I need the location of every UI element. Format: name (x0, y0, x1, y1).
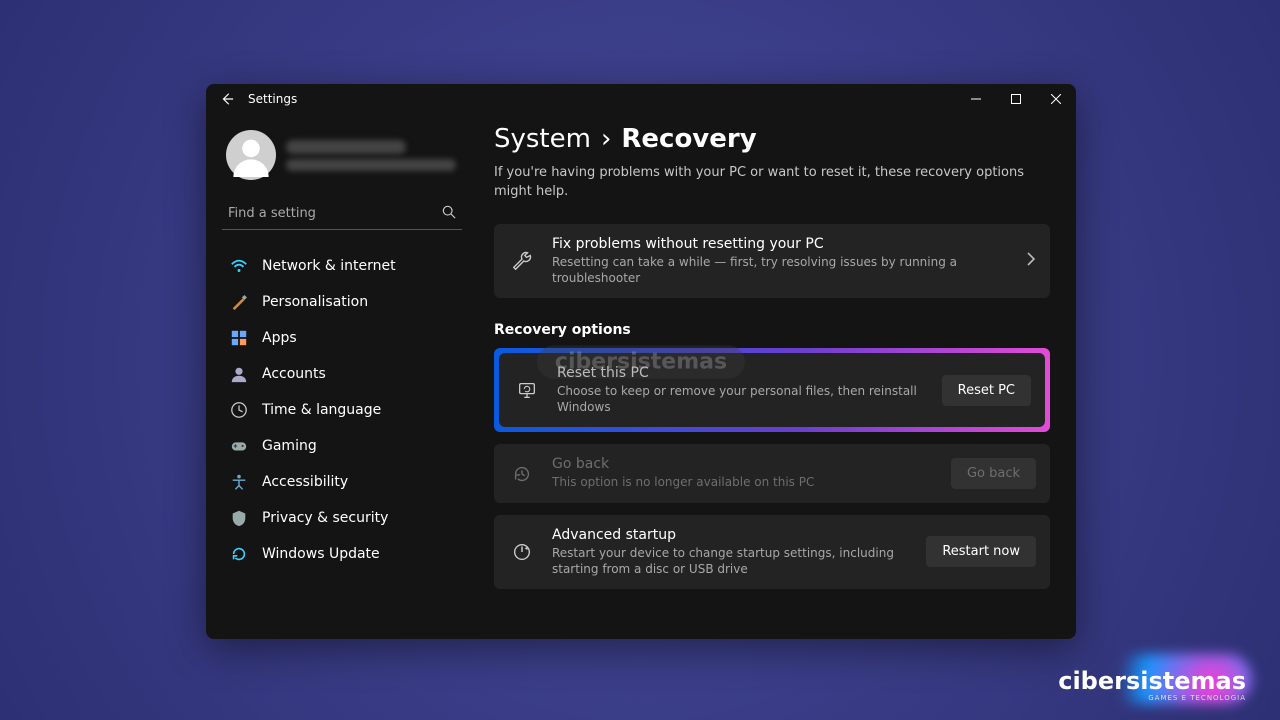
back-arrow-icon[interactable] (220, 92, 234, 106)
accessibility-icon (230, 473, 248, 491)
nav-label: Apps (262, 330, 297, 346)
breadcrumb: System › Recovery (494, 124, 1050, 154)
sidebar-item-privacy-security[interactable]: Privacy & security (222, 500, 462, 536)
brush-icon (230, 293, 248, 311)
nav-label: Windows Update (262, 546, 380, 562)
intro-text: If you're having problems with your PC o… (494, 164, 1034, 202)
person-icon (230, 365, 248, 383)
apps-icon (230, 329, 248, 347)
content-area: System › Recovery If you're having probl… (478, 114, 1076, 639)
sidebar-item-accounts[interactable]: Accounts (222, 356, 462, 392)
sidebar: Find a setting Network & internet Person… (206, 114, 478, 639)
card-desc: This option is no longer available on th… (552, 474, 935, 490)
titlebar-title: Settings (248, 92, 297, 106)
minimize-button[interactable] (956, 84, 996, 114)
card-advanced-startup: Advanced startup Restart your device to … (494, 515, 1050, 589)
sidebar-item-windows-update[interactable]: Windows Update (222, 536, 462, 572)
card-title: Fix problems without resetting your PC (552, 236, 1010, 252)
search-placeholder: Find a setting (228, 206, 316, 221)
maximize-button[interactable] (996, 84, 1036, 114)
nav-list: Network & internet Personalisation Apps … (222, 248, 462, 572)
breadcrumb-chevron-icon: › (601, 124, 611, 154)
chevron-right-icon (1026, 252, 1036, 270)
section-heading: Recovery options (494, 322, 1050, 338)
nav-label: Accessibility (262, 474, 348, 490)
card-title: Reset this PC (557, 365, 926, 381)
settings-window: Settings Find a setting (206, 84, 1076, 639)
sidebar-item-apps[interactable]: Apps (222, 320, 462, 356)
nav-label: Time & language (262, 402, 381, 418)
close-button[interactable] (1036, 84, 1076, 114)
search-icon (442, 205, 456, 223)
sidebar-item-accessibility[interactable]: Accessibility (222, 464, 462, 500)
wifi-icon (230, 257, 248, 275)
brand-logo: cibersistemas GAMES E TECNOLOGIA (1058, 669, 1246, 702)
nav-label: Privacy & security (262, 510, 388, 526)
history-icon (508, 463, 536, 485)
clock-icon (230, 401, 248, 419)
logo-tagline: GAMES E TECNOLOGIA (1148, 695, 1246, 702)
nav-label: Gaming (262, 438, 317, 454)
sidebar-item-network[interactable]: Network & internet (222, 248, 462, 284)
card-desc: Resetting can take a while — first, try … (552, 254, 1010, 286)
nav-label: Accounts (262, 366, 326, 382)
card-title: Advanced startup (552, 527, 910, 543)
card-reset-pc: Reset this PC Choose to keep or remove y… (499, 353, 1045, 427)
user-name-redacted (286, 140, 406, 154)
sidebar-item-gaming[interactable]: Gaming (222, 428, 462, 464)
sidebar-item-personalisation[interactable]: Personalisation (222, 284, 462, 320)
reset-pc-icon (513, 379, 541, 401)
gamepad-icon (230, 437, 248, 455)
titlebar: Settings (206, 84, 1076, 114)
highlight-frame: Reset this PC Choose to keep or remove y… (494, 348, 1050, 432)
sidebar-item-time-language[interactable]: Time & language (222, 392, 462, 428)
card-desc: Choose to keep or remove your personal f… (557, 383, 926, 415)
search-input[interactable]: Find a setting (222, 198, 462, 230)
shield-icon (230, 509, 248, 527)
update-icon (230, 545, 248, 563)
wrench-icon (508, 250, 536, 272)
user-email-redacted (286, 159, 456, 171)
nav-label: Network & internet (262, 258, 396, 274)
restart-now-button[interactable]: Restart now (926, 536, 1036, 567)
user-profile[interactable] (222, 124, 462, 190)
power-restart-icon (508, 541, 536, 563)
logo-name: cibersistemas (1058, 669, 1246, 693)
card-title: Go back (552, 456, 935, 472)
card-go-back: Go back This option is no longer availab… (494, 444, 1050, 502)
card-desc: Restart your device to change startup se… (552, 545, 910, 577)
avatar-icon (226, 130, 276, 180)
breadcrumb-parent[interactable]: System (494, 124, 591, 154)
go-back-button: Go back (951, 458, 1036, 489)
reset-pc-button[interactable]: Reset PC (942, 375, 1031, 406)
breadcrumb-current: Recovery (621, 124, 756, 154)
nav-label: Personalisation (262, 294, 368, 310)
card-fix-problems[interactable]: Fix problems without resetting your PC R… (494, 224, 1050, 298)
